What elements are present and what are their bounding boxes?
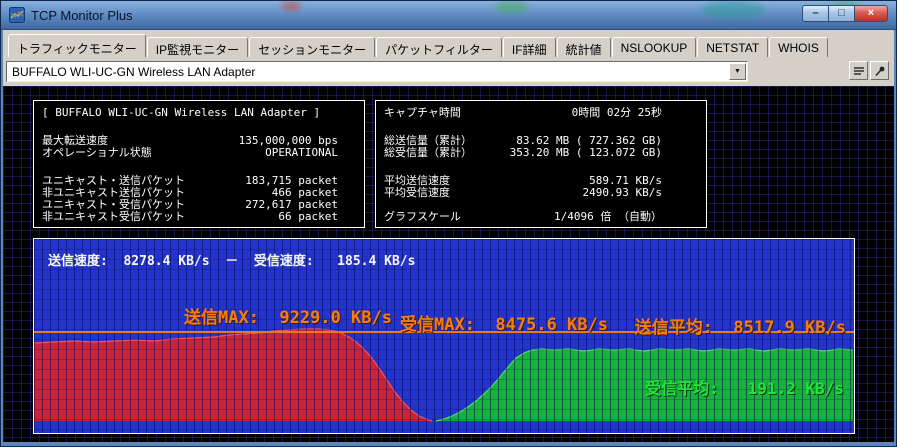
tab-nslookup[interactable]: NSLOOKUP bbox=[611, 37, 697, 57]
tab-bar: トラフィックモニター IP監視モニター セッションモニター パケットフィルター … bbox=[8, 34, 829, 57]
info-value: 66 packet bbox=[278, 210, 338, 223]
tcp-monitor-plus-window: TCP Monitor Plus – □ × トラフィックモニター IP監視モニ… bbox=[0, 0, 897, 447]
receive-avg-label: 受信平均: 191.2 KB/s bbox=[645, 379, 844, 398]
toolbar-buttons bbox=[849, 61, 889, 80]
list-icon bbox=[853, 66, 864, 75]
send-max-label: 送信MAX: 9229.0 KB/s bbox=[184, 308, 392, 328]
tab-ip-monitor[interactable]: IP監視モニター bbox=[146, 37, 249, 57]
info-value: 1/4096 倍 （自動） bbox=[554, 210, 662, 223]
info-value: 0時間 02分 25秒 bbox=[571, 106, 662, 119]
adapter-combobox[interactable]: BUFFALO WLI-UC-GN Wireless LAN Adapter ▼ bbox=[6, 61, 748, 82]
tab-session-monitor[interactable]: セッションモニター bbox=[249, 37, 376, 57]
window-title: TCP Monitor Plus bbox=[31, 8, 133, 23]
info-value: OPERATIONAL bbox=[265, 146, 338, 159]
info-row: 平均受信速度 2490.93 KB/s bbox=[384, 187, 698, 199]
pin-button[interactable] bbox=[870, 61, 889, 80]
wallpaper-bleed bbox=[495, 1, 529, 13]
info-value: 353.20 MB ( 123.072 GB) bbox=[509, 146, 662, 159]
list-button[interactable] bbox=[849, 61, 868, 80]
window-body: トラフィックモニター IP監視モニター セッションモニター パケットフィルター … bbox=[3, 30, 894, 442]
chevron-down-icon[interactable]: ▼ bbox=[729, 63, 746, 80]
tab-if-detail[interactable]: IF詳細 bbox=[502, 37, 556, 57]
info-value: 2490.93 KB/s bbox=[582, 186, 662, 199]
titlebar[interactable]: TCP Monitor Plus – □ × bbox=[1, 1, 896, 30]
tab-whois[interactable]: WHOIS bbox=[769, 37, 828, 57]
info-label: 非ユニキャスト受信パケット bbox=[42, 210, 185, 223]
adapter-combobox-value: BUFFALO WLI-UC-GN Wireless LAN Adapter bbox=[12, 64, 256, 79]
tab-netstat[interactable]: NETSTAT bbox=[697, 37, 769, 57]
info-label: グラフスケール bbox=[384, 210, 461, 223]
chrome-area: トラフィックモニター IP監視モニター セッションモニター パケットフィルター … bbox=[3, 30, 894, 86]
info-row: オペレーショナル状態 OPERATIONAL bbox=[42, 147, 356, 159]
app-icon bbox=[9, 7, 25, 23]
info-row: キャプチャ時間 0時間 02分 25秒 bbox=[384, 107, 698, 119]
wallpaper-bleed bbox=[701, 1, 765, 19]
adapter-info-panel: [ BUFFALO WLI-UC-GN Wireless LAN Adapter… bbox=[33, 100, 365, 228]
info-row: 非ユニキャスト受信パケット 66 packet bbox=[42, 211, 356, 223]
receive-max-label: 受信MAX: 8475.6 KB/s bbox=[400, 315, 608, 335]
minimize-button[interactable]: – bbox=[802, 5, 828, 22]
tab-statistics[interactable]: 統計値 bbox=[556, 37, 611, 57]
tab-packet-filter[interactable]: パケットフィルター bbox=[376, 37, 502, 57]
wallpaper-bleed bbox=[281, 1, 301, 11]
pin-icon bbox=[874, 66, 884, 76]
info-label: 総受信量（累計） bbox=[384, 146, 472, 159]
window-controls: – □ × bbox=[802, 5, 888, 22]
info-label: オペレーショナル状態 bbox=[42, 146, 152, 159]
info-label: 平均受信速度 bbox=[384, 186, 450, 199]
info-label: キャプチャ時間 bbox=[384, 106, 461, 119]
traffic-graph: 送信速度: 8278.4 KB/s － 受信速度: 185.4 KB/s 送信M… bbox=[33, 238, 855, 434]
send-avg-label: 送信平均: 8517.9 KB/s bbox=[634, 318, 846, 338]
maximize-button[interactable]: □ bbox=[828, 5, 854, 22]
current-speed-text: 送信速度: 8278.4 KB/s － 受信速度: 185.4 KB/s bbox=[48, 254, 416, 269]
capture-info-panel: キャプチャ時間 0時間 02分 25秒 総送信量（累計） 83.62 MB ( … bbox=[375, 100, 707, 228]
tab-traffic-monitor[interactable]: トラフィックモニター bbox=[8, 34, 146, 57]
panel-title: [ BUFFALO WLI-UC-GN Wireless LAN Adapter… bbox=[42, 106, 321, 119]
info-row: 総受信量（累計） 353.20 MB ( 123.072 GB) bbox=[384, 147, 698, 159]
info-row: グラフスケール 1/4096 倍 （自動） bbox=[384, 211, 698, 223]
close-button[interactable]: × bbox=[854, 5, 888, 22]
monitor-area: [ BUFFALO WLI-UC-GN Wireless LAN Adapter… bbox=[3, 86, 894, 442]
